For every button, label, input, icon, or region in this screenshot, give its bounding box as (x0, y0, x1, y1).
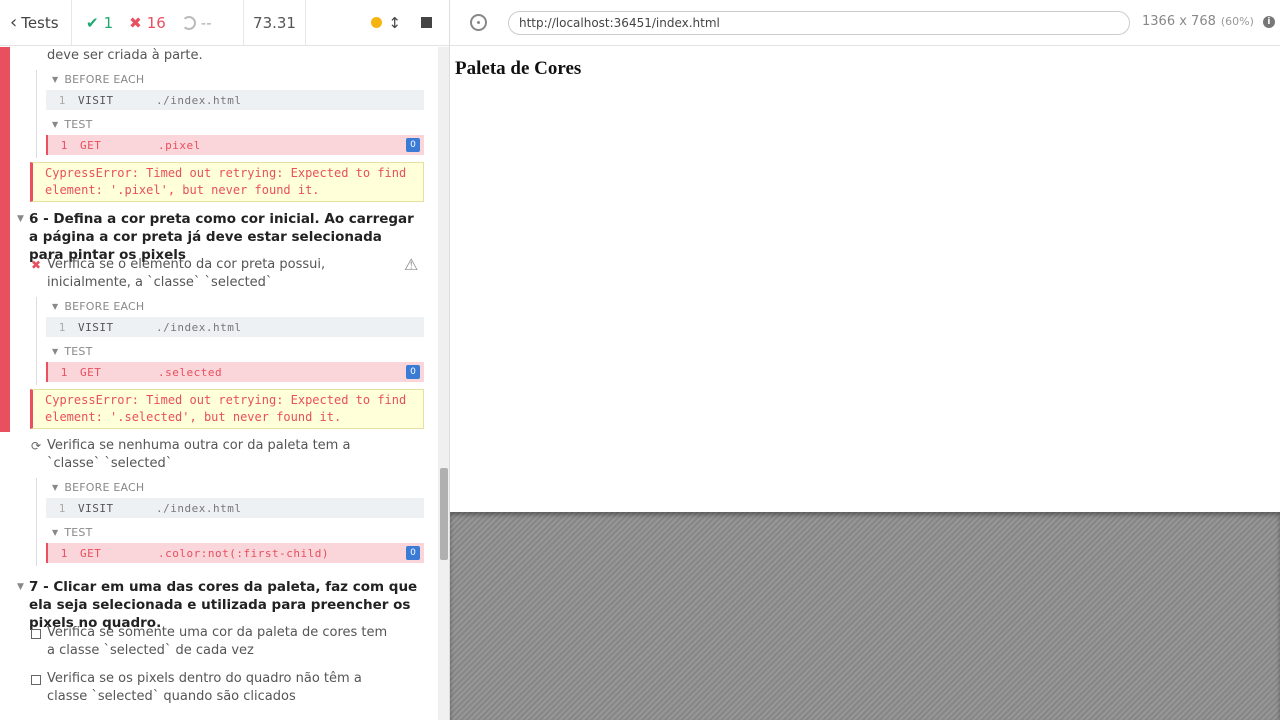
hook-label: BEFORE EACH (64, 481, 145, 494)
stop-button[interactable] (421, 17, 432, 28)
command-message: ./index.html (156, 93, 242, 107)
caret-down-icon: ▼ (52, 347, 59, 356)
command-get-failed[interactable]: 1 GET .color:not(:first-child) 0 (46, 543, 424, 563)
command-get-failed[interactable]: 1 GET .selected 0 (46, 362, 424, 382)
app-under-test-panel: http://localhost:36451/index.html 1366 x… (450, 0, 1280, 720)
command-name: GET (80, 546, 102, 560)
command-message: .color:not(:first-child) (158, 546, 329, 560)
stats: ✔ 1 ✖ 16 -- (72, 0, 244, 45)
passed-count: ✔ 1 (86, 14, 113, 32)
caret-down-icon: ▼ (52, 528, 59, 537)
command-number: 1 (60, 546, 68, 560)
hook-label: TEST (64, 526, 93, 539)
pending-checkbox-icon (31, 675, 41, 685)
x-icon: ✖ (129, 13, 142, 32)
warning-icon[interactable]: ⚠ (404, 255, 418, 274)
caret-down-icon: ▼ (17, 582, 24, 592)
command-message: ./index.html (156, 320, 242, 334)
page-title: Paleta de Cores (455, 58, 582, 79)
command-get-failed[interactable]: 1 GET .pixel 0 (46, 135, 424, 155)
hook-test[interactable]: ▼ TEST (52, 526, 93, 539)
run-controls: ↕ (306, 0, 449, 45)
command-name: VISIT (78, 93, 114, 107)
failed-number: 16 (146, 13, 166, 32)
element-count-badge: 0 (406, 138, 420, 152)
hook-test[interactable]: ▼ TEST (52, 118, 93, 131)
command-message: .pixel (158, 138, 201, 152)
command-number: 1 (60, 365, 68, 379)
back-label: Tests (21, 13, 59, 32)
test-title[interactable]: Verifica se o elemento da cor preta poss… (47, 256, 397, 292)
hook-test[interactable]: ▼ TEST (52, 345, 93, 358)
url-bar: http://localhost:36451/index.html 1366 x… (450, 0, 1280, 46)
reporter-panel: ‹ Tests ✔ 1 ✖ 16 -- 73.31 ↕ deve ser cri… (0, 0, 450, 720)
failed-state-icon: ✖ (31, 258, 42, 272)
pending-number: -- (200, 13, 212, 32)
command-name: VISIT (78, 501, 114, 515)
pending-count: -- (181, 13, 212, 32)
caret-down-icon: ▼ (52, 483, 59, 492)
hook-label: TEST (64, 118, 93, 131)
viewport-info[interactable]: 1366 x 768 (60%) i (1142, 14, 1275, 29)
command-name: GET (80, 138, 102, 152)
hook-before-each[interactable]: ▼ BEFORE EACH (52, 300, 144, 313)
command-number: 1 (60, 138, 68, 152)
hook-guide-line (36, 297, 37, 385)
caret-down-icon: ▼ (52, 75, 59, 84)
caret-down-icon: ▼ (52, 120, 59, 129)
url-field[interactable]: http://localhost:36451/index.html (508, 11, 1130, 35)
reporter-header: ‹ Tests ✔ 1 ✖ 16 -- 73.31 ↕ (0, 0, 449, 46)
hook-guide-line (36, 70, 37, 158)
failed-suite-indicator (0, 47, 10, 432)
aut-background (450, 512, 1280, 720)
selector-playground-crosshair-icon[interactable] (470, 14, 487, 31)
viewport-dimensions: 1366 x 768 (1142, 14, 1216, 29)
hook-label: TEST (64, 345, 93, 358)
failed-count: ✖ 16 (129, 14, 166, 32)
duration: 73.31 (244, 0, 306, 45)
passed-number: 1 (103, 13, 114, 32)
error-message[interactable]: CypressError: Timed out retrying: Expect… (30, 162, 424, 202)
viewport-scale: (60%) (1220, 15, 1254, 28)
truncated-test-title[interactable]: deve ser criada à parte. (47, 47, 417, 65)
command-message: .selected (158, 365, 223, 379)
caret-down-icon: ▼ (17, 214, 24, 224)
command-message: ./index.html (156, 501, 242, 515)
command-number: 1 (58, 320, 66, 334)
command-name: VISIT (78, 320, 114, 334)
error-message[interactable]: CypressError: Timed out retrying: Expect… (30, 389, 424, 429)
hook-before-each[interactable]: ▼ BEFORE EACH (52, 73, 144, 86)
command-visit[interactable]: 1 VISIT ./index.html (46, 90, 424, 110)
hook-label: BEFORE EACH (64, 300, 145, 313)
caret-down-icon: ▼ (52, 302, 59, 311)
scrollbar-track[interactable] (438, 47, 449, 720)
auto-scroll-indicator-icon[interactable] (371, 17, 383, 28)
test-title[interactable]: Verifica se somente uma cor da paleta de… (47, 624, 397, 660)
element-count-badge: 0 (406, 365, 420, 379)
pending-ring-icon (181, 15, 196, 30)
running-spinner-icon: ⟳ (31, 439, 42, 453)
command-number: 1 (58, 93, 66, 107)
hook-label: BEFORE EACH (64, 73, 145, 86)
info-icon[interactable]: i (1262, 15, 1275, 28)
command-visit[interactable]: 1 VISIT ./index.html (46, 498, 424, 518)
command-name: GET (80, 365, 102, 379)
command-visit[interactable]: 1 VISIT ./index.html (46, 317, 424, 337)
command-number: 1 (58, 501, 66, 515)
cypress-runner: ‹ Tests ✔ 1 ✖ 16 -- 73.31 ↕ deve ser cri… (0, 0, 1280, 720)
auto-scroll-toggle-icon[interactable]: ↕ (388, 14, 401, 32)
back-to-tests-button[interactable]: ‹ Tests (0, 0, 72, 45)
aut-iframe[interactable]: Paleta de Cores (450, 46, 1280, 512)
test-title[interactable]: Verifica se nenhuma outra cor da paleta … (47, 437, 397, 473)
scrollbar-thumb[interactable] (440, 468, 448, 560)
chevron-left-icon: ‹ (10, 11, 18, 33)
hook-before-each[interactable]: ▼ BEFORE EACH (52, 481, 144, 494)
pending-checkbox-icon (31, 629, 41, 639)
hook-guide-line (36, 478, 37, 566)
test-title[interactable]: Verifica se os pixels dentro do quadro n… (47, 670, 397, 706)
check-icon: ✔ (86, 13, 99, 32)
element-count-badge: 0 (406, 546, 420, 560)
